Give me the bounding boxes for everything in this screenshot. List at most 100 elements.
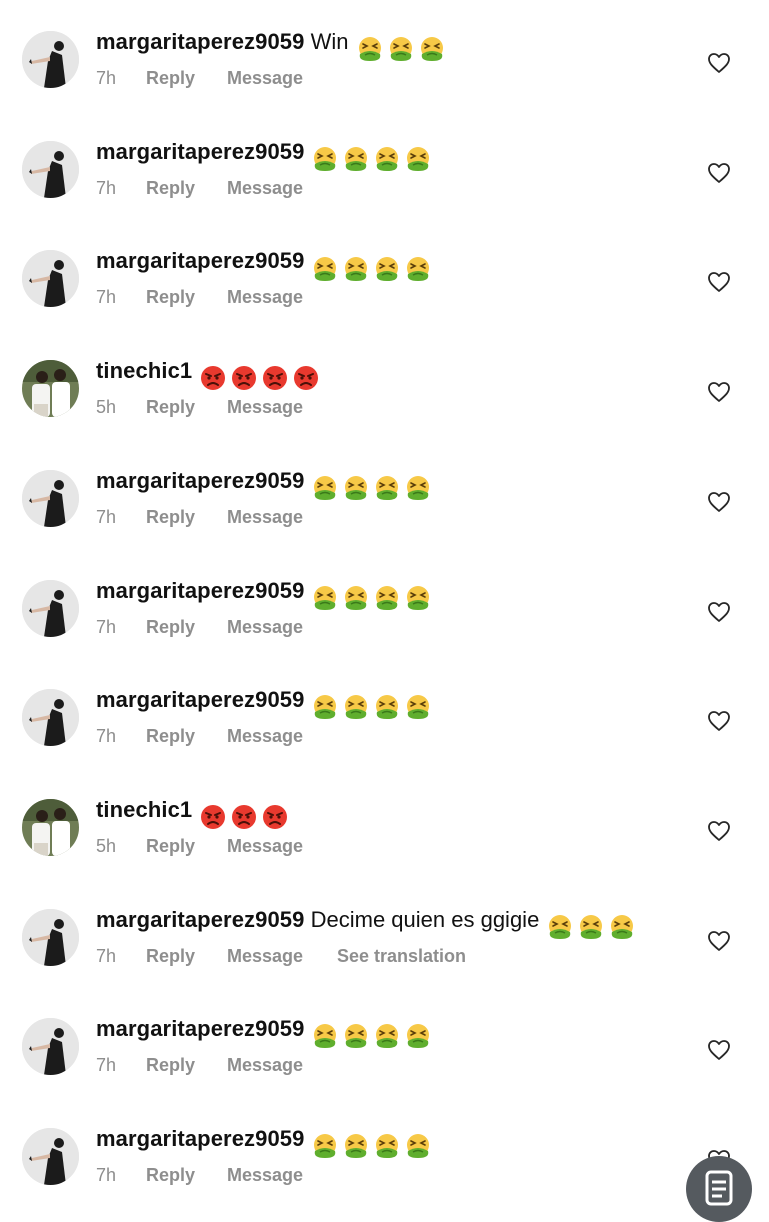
reply-button[interactable]: Reply bbox=[146, 1053, 227, 1077]
reply-button[interactable]: Reply bbox=[146, 615, 227, 639]
username-link[interactable]: margaritaperez9059 bbox=[96, 29, 304, 54]
emoji-group bbox=[312, 143, 436, 173]
avatar-two-people[interactable] bbox=[22, 798, 79, 856]
message-button[interactable]: Message bbox=[227, 395, 337, 419]
username-link[interactable]: margaritaperez9059 bbox=[96, 1126, 304, 1151]
heart-outline-icon[interactable] bbox=[707, 381, 731, 403]
timestamp: 7h bbox=[96, 616, 117, 637]
comment-meta: 5h Reply Message bbox=[96, 395, 337, 419]
reply-button[interactable]: Reply bbox=[146, 724, 227, 748]
heart-outline-icon[interactable] bbox=[707, 491, 731, 513]
comment-body: margaritaperez9059 bbox=[96, 576, 436, 612]
reply-button[interactable]: Reply bbox=[146, 285, 227, 309]
comment-body: margaritaperez9059 bbox=[96, 685, 436, 721]
comment-text: Decime quien es ggigie bbox=[310, 906, 540, 932]
comment-body: margaritaperez9059 bbox=[96, 466, 436, 502]
nauseated-face-emoji bbox=[374, 1023, 400, 1049]
nauseated-face-emoji bbox=[374, 585, 400, 611]
message-button[interactable]: Message bbox=[227, 834, 337, 858]
comment-body: margaritaperez9059 bbox=[96, 1124, 436, 1160]
nauseated-face-emoji bbox=[405, 475, 431, 501]
heart-outline-icon[interactable] bbox=[707, 710, 731, 732]
timestamp: 5h bbox=[96, 397, 117, 418]
angry-face-emoji bbox=[262, 804, 288, 830]
nauseated-face-emoji bbox=[312, 475, 338, 501]
nauseated-face-emoji bbox=[405, 694, 431, 720]
reply-button[interactable]: Reply bbox=[146, 66, 227, 90]
nauseated-face-emoji bbox=[405, 146, 431, 172]
reply-button[interactable]: Reply bbox=[146, 834, 227, 858]
username-link[interactable]: margaritaperez9059 bbox=[96, 578, 304, 603]
timestamp: 5h bbox=[96, 835, 117, 856]
emoji-group bbox=[312, 1020, 436, 1050]
timestamp: 7h bbox=[96, 1165, 117, 1185]
comment-body: margaritaperez9059 bbox=[96, 137, 436, 173]
username-link[interactable]: tinechic1 bbox=[96, 797, 192, 822]
avatar-dark-dress[interactable] bbox=[22, 250, 79, 308]
username-link[interactable]: margaritaperez9059 bbox=[96, 468, 304, 493]
timestamp: 7h bbox=[96, 506, 117, 527]
reply-button[interactable]: Reply bbox=[146, 395, 227, 419]
comment-meta: 7h Reply Message bbox=[96, 176, 337, 200]
message-button[interactable]: Message bbox=[227, 1163, 337, 1187]
avatar-dark-dress[interactable] bbox=[22, 689, 79, 747]
emoji-group bbox=[312, 252, 436, 282]
floating-action-button[interactable] bbox=[686, 1156, 752, 1222]
comment-meta: 7h Reply Message bbox=[96, 724, 337, 748]
emoji-group bbox=[200, 362, 324, 392]
avatar-two-people[interactable] bbox=[22, 360, 79, 418]
heart-outline-icon[interactable] bbox=[707, 52, 731, 74]
angry-face-emoji bbox=[200, 365, 226, 391]
reply-button[interactable]: Reply bbox=[146, 944, 227, 968]
message-button[interactable]: Message bbox=[227, 724, 337, 748]
message-button[interactable]: Message bbox=[227, 615, 337, 639]
emoji-group bbox=[312, 582, 436, 612]
heart-outline-icon[interactable] bbox=[707, 271, 731, 293]
avatar-dark-dress[interactable] bbox=[22, 469, 79, 527]
username-link[interactable]: margaritaperez9059 bbox=[96, 1016, 304, 1041]
avatar-dark-dress[interactable] bbox=[22, 140, 79, 198]
heart-outline-icon[interactable] bbox=[707, 930, 731, 952]
comment-item: margaritaperez9059 7h Reply Message bbox=[0, 987, 769, 1097]
username-link[interactable]: margaritaperez9059 bbox=[96, 907, 304, 932]
document-scan-icon bbox=[705, 1170, 733, 1206]
nauseated-face-emoji bbox=[405, 585, 431, 611]
reply-button[interactable]: Reply bbox=[146, 505, 227, 529]
nauseated-face-emoji bbox=[388, 36, 414, 62]
reply-button[interactable]: Reply bbox=[146, 1163, 227, 1187]
avatar-dark-dress[interactable] bbox=[22, 1128, 79, 1185]
message-button[interactable]: Message bbox=[227, 176, 337, 200]
heart-outline-icon[interactable] bbox=[707, 1039, 731, 1061]
username-link[interactable]: margaritaperez9059 bbox=[96, 248, 304, 273]
nauseated-face-emoji bbox=[374, 256, 400, 282]
avatar-dark-dress[interactable] bbox=[22, 908, 79, 966]
avatar-dark-dress[interactable] bbox=[22, 31, 79, 88]
nauseated-face-emoji bbox=[405, 1133, 431, 1159]
message-button[interactable]: Message bbox=[227, 505, 337, 529]
comment-meta: 7h Reply Message bbox=[96, 66, 337, 90]
message-button[interactable]: Message bbox=[227, 944, 337, 968]
username-link[interactable]: margaritaperez9059 bbox=[96, 139, 304, 164]
username-link[interactable]: margaritaperez9059 bbox=[96, 687, 304, 712]
heart-outline-icon[interactable] bbox=[707, 820, 731, 842]
comment-meta: 7h Reply Message bbox=[96, 615, 337, 639]
see-translation-button[interactable]: See translation bbox=[337, 944, 466, 968]
nauseated-face-emoji bbox=[312, 694, 338, 720]
nauseated-face-emoji bbox=[357, 36, 383, 62]
nauseated-face-emoji bbox=[343, 146, 369, 172]
message-button[interactable]: Message bbox=[227, 66, 337, 90]
heart-outline-icon[interactable] bbox=[707, 601, 731, 623]
emoji-group bbox=[357, 33, 450, 63]
comment-item: margaritaperez9059 7h Reply Message bbox=[0, 439, 769, 549]
nauseated-face-emoji bbox=[419, 36, 445, 62]
message-button[interactable]: Message bbox=[227, 285, 337, 309]
heart-outline-icon[interactable] bbox=[707, 162, 731, 184]
username-link[interactable]: tinechic1 bbox=[96, 358, 192, 383]
message-button[interactable]: Message bbox=[227, 1053, 337, 1077]
avatar-dark-dress[interactable] bbox=[22, 579, 79, 637]
reply-button[interactable]: Reply bbox=[146, 176, 227, 200]
comment-body: tinechic1 bbox=[96, 356, 324, 392]
avatar-dark-dress[interactable] bbox=[22, 1018, 79, 1076]
timestamp: 7h bbox=[96, 726, 117, 747]
comment-item: margaritaperez9059 7h Reply Message bbox=[0, 110, 769, 220]
